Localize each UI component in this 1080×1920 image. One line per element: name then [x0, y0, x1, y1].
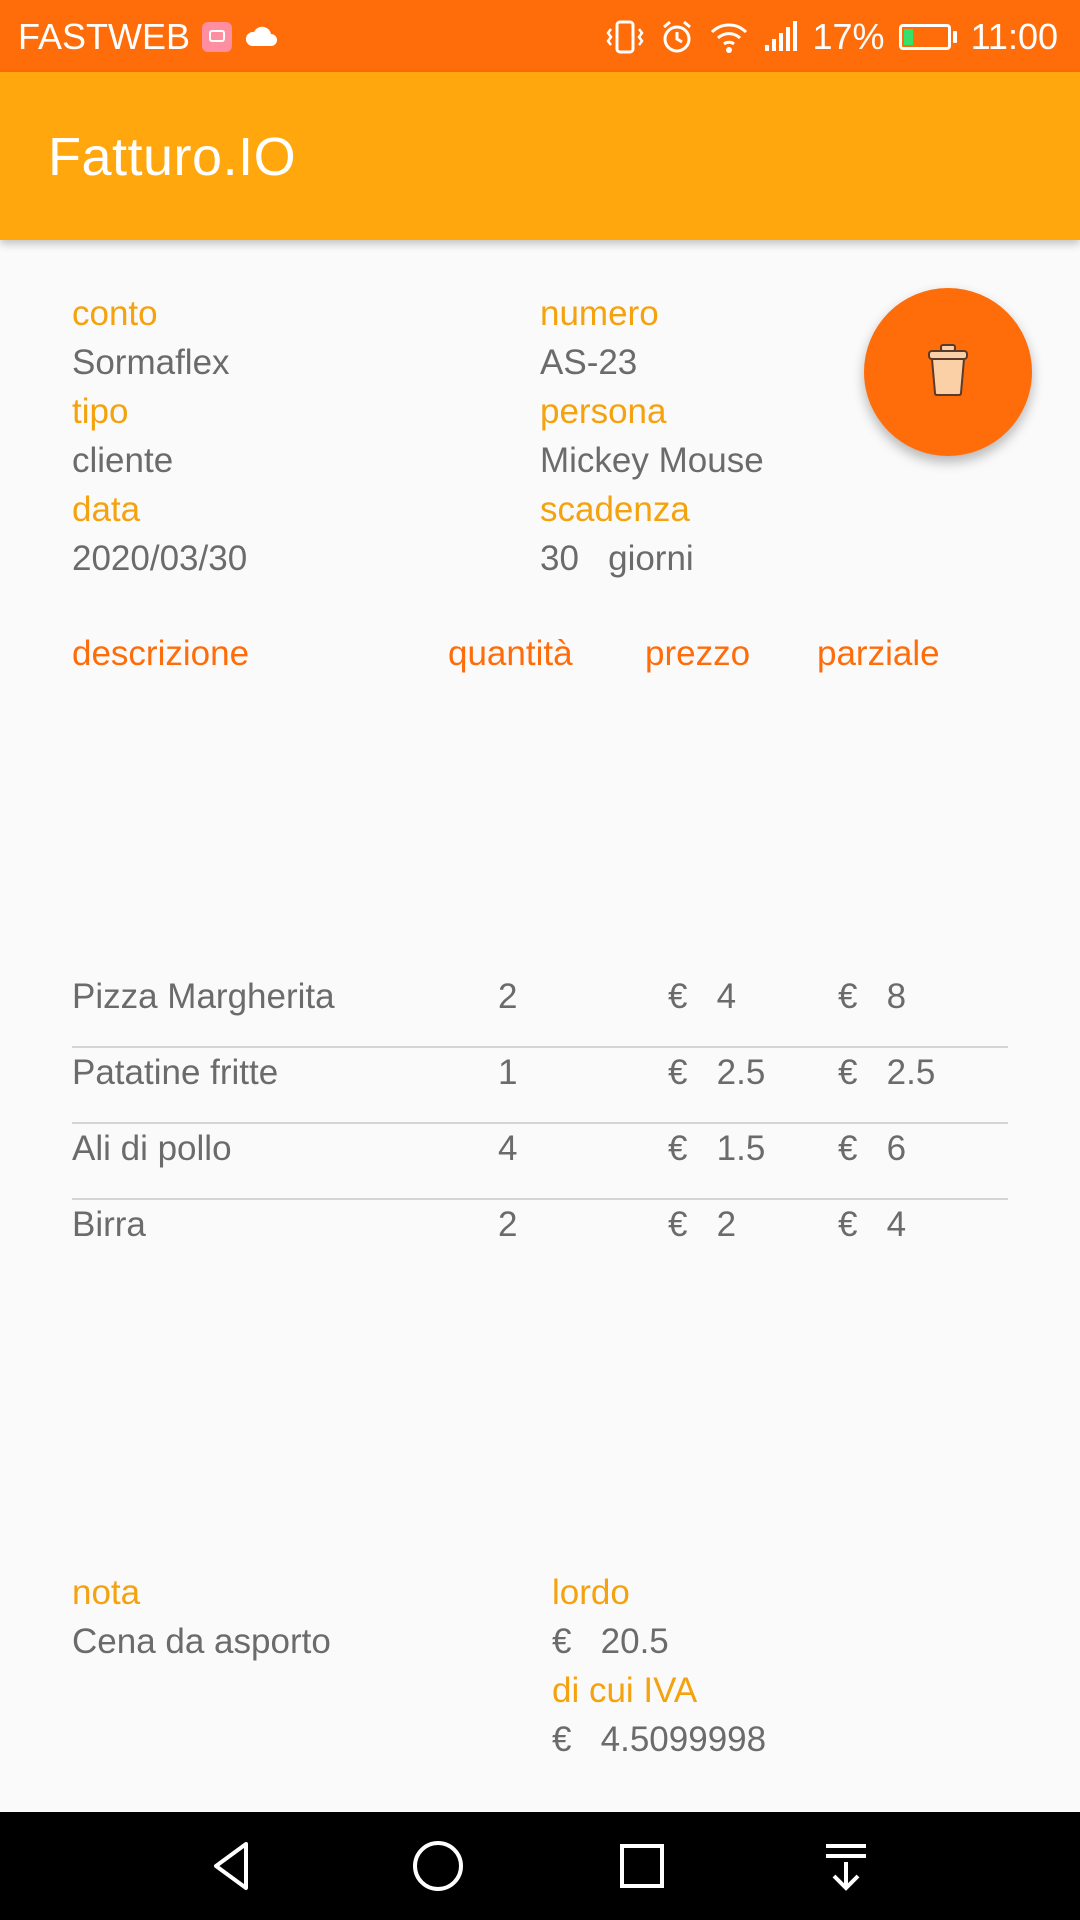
- signal-icon: [763, 21, 799, 53]
- iva-value: € 4.5099998: [552, 1720, 767, 1759]
- status-bar: FASTWEB 17% 11:00: [0, 0, 1080, 72]
- scadenza-value: 30 giorni: [540, 539, 694, 578]
- wifi-icon: [709, 20, 749, 54]
- data-label: data: [72, 490, 141, 529]
- conto-value: Sormaflex: [72, 343, 230, 382]
- tipo-label: tipo: [72, 392, 129, 431]
- trash-icon: [926, 343, 970, 402]
- cell-quantita: 2: [498, 977, 518, 1016]
- iva-label: di cui IVA: [552, 1671, 698, 1710]
- cell-parziale: € 2.5: [838, 1053, 936, 1092]
- numero-value: AS-23: [540, 343, 638, 382]
- notification-icon: [202, 22, 233, 52]
- cell-descrizione: Pizza Margherita: [72, 977, 335, 1016]
- lordo-label: lordo: [552, 1573, 630, 1612]
- recents-button[interactable]: [610, 1834, 674, 1898]
- nota-value: Cena da asporto: [72, 1622, 331, 1661]
- home-icon: [413, 1841, 463, 1891]
- cell-prezzo: € 2.5: [668, 1053, 766, 1092]
- cell-descrizione: Patatine fritte: [72, 1053, 279, 1092]
- table-row[interactable]: Patatine fritte 1 € 2.5 € 2.5: [72, 1053, 1008, 1129]
- nota-label: nota: [72, 1573, 141, 1612]
- battery-icon: [898, 24, 957, 50]
- cell-parziale: € 8: [838, 977, 907, 1016]
- cell-descrizione: Birra: [72, 1205, 146, 1244]
- header-prezzo: prezzo: [645, 634, 751, 673]
- tipo-value: cliente: [72, 441, 174, 480]
- numero-label: numero: [540, 294, 659, 333]
- clock: 11:00: [970, 16, 1058, 57]
- back-icon: [214, 1842, 248, 1890]
- recents-icon: [620, 1844, 664, 1888]
- cell-parziale: € 4: [838, 1205, 907, 1244]
- home-button[interactable]: [406, 1834, 470, 1898]
- table-row[interactable]: Ali di pollo 4 € 1.5 € 6: [72, 1129, 1008, 1205]
- header-descrizione: descrizione: [72, 634, 250, 673]
- notifications-pull-button[interactable]: [814, 1834, 878, 1898]
- cell-quantita: 4: [498, 1129, 518, 1168]
- header-quantita: quantità: [448, 634, 573, 673]
- cell-descrizione: Ali di pollo: [72, 1129, 232, 1168]
- persona-label: persona: [540, 392, 667, 431]
- row-divider: [72, 1122, 1008, 1124]
- row-divider: [72, 1198, 1008, 1200]
- lordo-value: € 20.5: [552, 1622, 669, 1661]
- alarm-icon: [659, 19, 695, 55]
- data-value: 2020/03/30: [72, 539, 248, 578]
- row-divider: [72, 1046, 1008, 1048]
- cell-prezzo: € 1.5: [668, 1129, 766, 1168]
- cell-quantita: 1: [498, 1053, 518, 1092]
- cell-prezzo: € 2: [668, 1205, 737, 1244]
- battery-percentage: 17%: [812, 16, 885, 57]
- cell-prezzo: € 4: [668, 977, 737, 1016]
- carrier-name: FASTWEB: [18, 16, 191, 57]
- scadenza-label: scadenza: [540, 490, 690, 529]
- app-title: Fatturo.IO: [48, 127, 297, 187]
- persona-value: Mickey Mouse: [540, 441, 764, 480]
- notifications-pull-icon: [826, 1844, 866, 1891]
- delete-invoice-button[interactable]: [864, 288, 1032, 456]
- cloud-icon: [244, 26, 278, 48]
- conto-label: conto: [72, 294, 158, 333]
- table-row[interactable]: Pizza Margherita 2 € 4 € 8: [72, 977, 1008, 1053]
- back-button[interactable]: [202, 1834, 266, 1898]
- cell-parziale: € 6: [838, 1129, 907, 1168]
- vibrate-icon: [605, 19, 645, 55]
- header-parziale: parziale: [817, 634, 940, 673]
- cell-quantita: 2: [498, 1205, 518, 1244]
- app-bar: Fatturo.IO: [0, 72, 1080, 240]
- navigation-bar: [0, 1812, 1080, 1920]
- table-row[interactable]: Birra 2 € 2 € 4: [72, 1205, 1008, 1281]
